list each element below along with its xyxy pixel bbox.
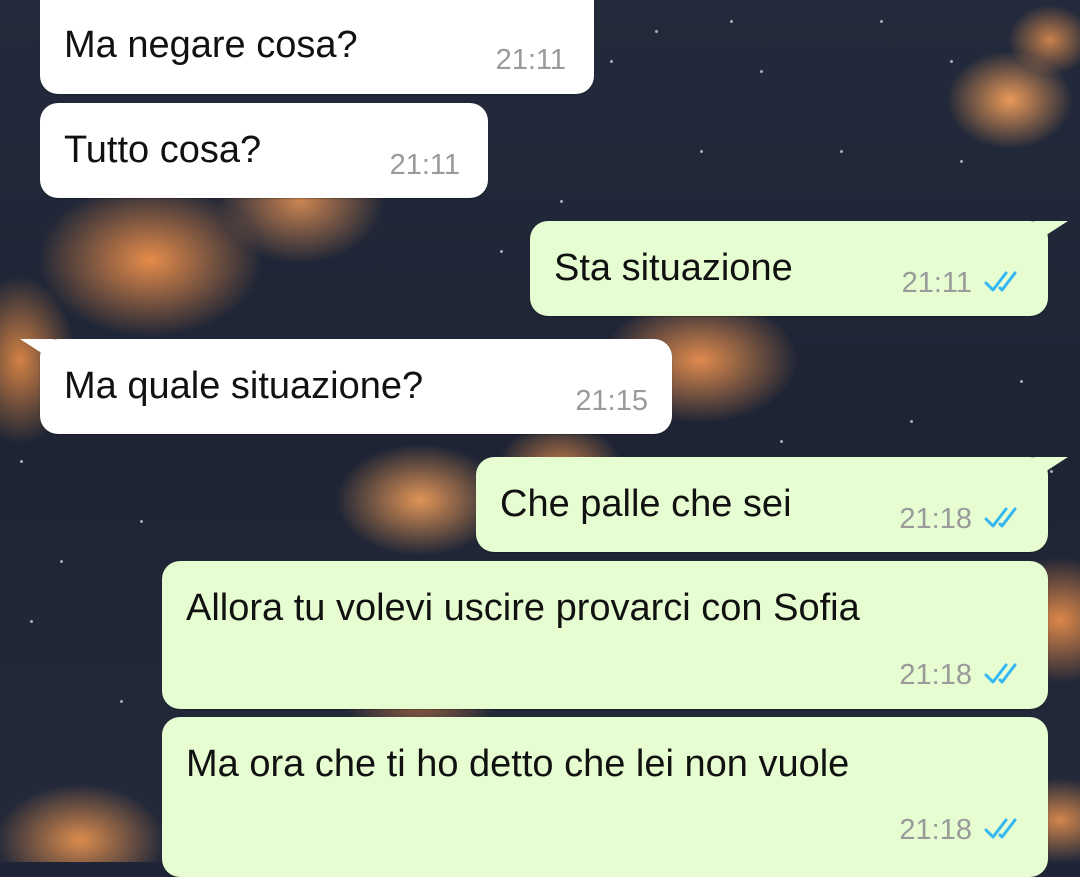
star-dot [760,70,763,73]
star-dot [730,20,733,23]
message-text: Ma quale situazione? [64,365,424,407]
star-dot [910,420,913,423]
message-bubble-outgoing[interactable]: Allora tu volevi uscire provarci con Sof… [162,561,1048,709]
message-time: 21:11 [389,149,460,181]
star-dot [500,250,503,253]
message-text: Che palle che sei [500,483,792,525]
double-check-icon [984,507,1017,528]
star-dot [20,460,23,463]
star-dot [120,700,123,703]
message-text: Tutto cosa? [64,129,262,171]
message-time: 21:18 [899,659,972,691]
message-bubble-incoming[interactable]: Ma quale situazione? 21:15 [20,339,672,434]
double-check-icon [984,663,1017,684]
star-dot [140,520,143,523]
double-check-icon [984,271,1017,292]
star-dot [560,200,563,203]
message-time: 21:11 [495,44,566,76]
star-dot [610,60,613,63]
message-bubble-incoming[interactable]: Ma negare cosa? 21:11 [40,0,594,94]
message-time: 21:18 [899,814,972,846]
star-dot [60,560,63,563]
message-bubble-incoming[interactable]: Tutto cosa? 21:11 [40,103,488,198]
star-dot [780,440,783,443]
star-dot [655,30,658,33]
message-time: 21:18 [899,503,972,535]
message-text: Ma ora che ti ho detto che lei non vuole [186,743,850,785]
double-check-icon [984,818,1017,839]
star-dot [960,160,963,163]
message-text: Ma negare cosa? [64,24,358,66]
star-dot [840,150,843,153]
star-dot [30,620,33,623]
message-bubble-outgoing[interactable]: Che palle che sei 21:18 [476,457,1068,552]
message-bubble-outgoing[interactable]: Ma ora che ti ho detto che lei non vuole… [162,717,1048,877]
message-text: Sta situazione [554,247,793,289]
star-dot [1020,380,1023,383]
star-dot [950,60,953,63]
message-text: Allora tu volevi uscire provarci con Sof… [186,587,860,629]
star-dot [880,20,883,23]
star-dot [700,150,703,153]
message-bubble-outgoing[interactable]: Sta situazione 21:11 [530,221,1068,316]
message-time: 21:15 [575,385,648,417]
message-time: 21:11 [901,267,972,299]
